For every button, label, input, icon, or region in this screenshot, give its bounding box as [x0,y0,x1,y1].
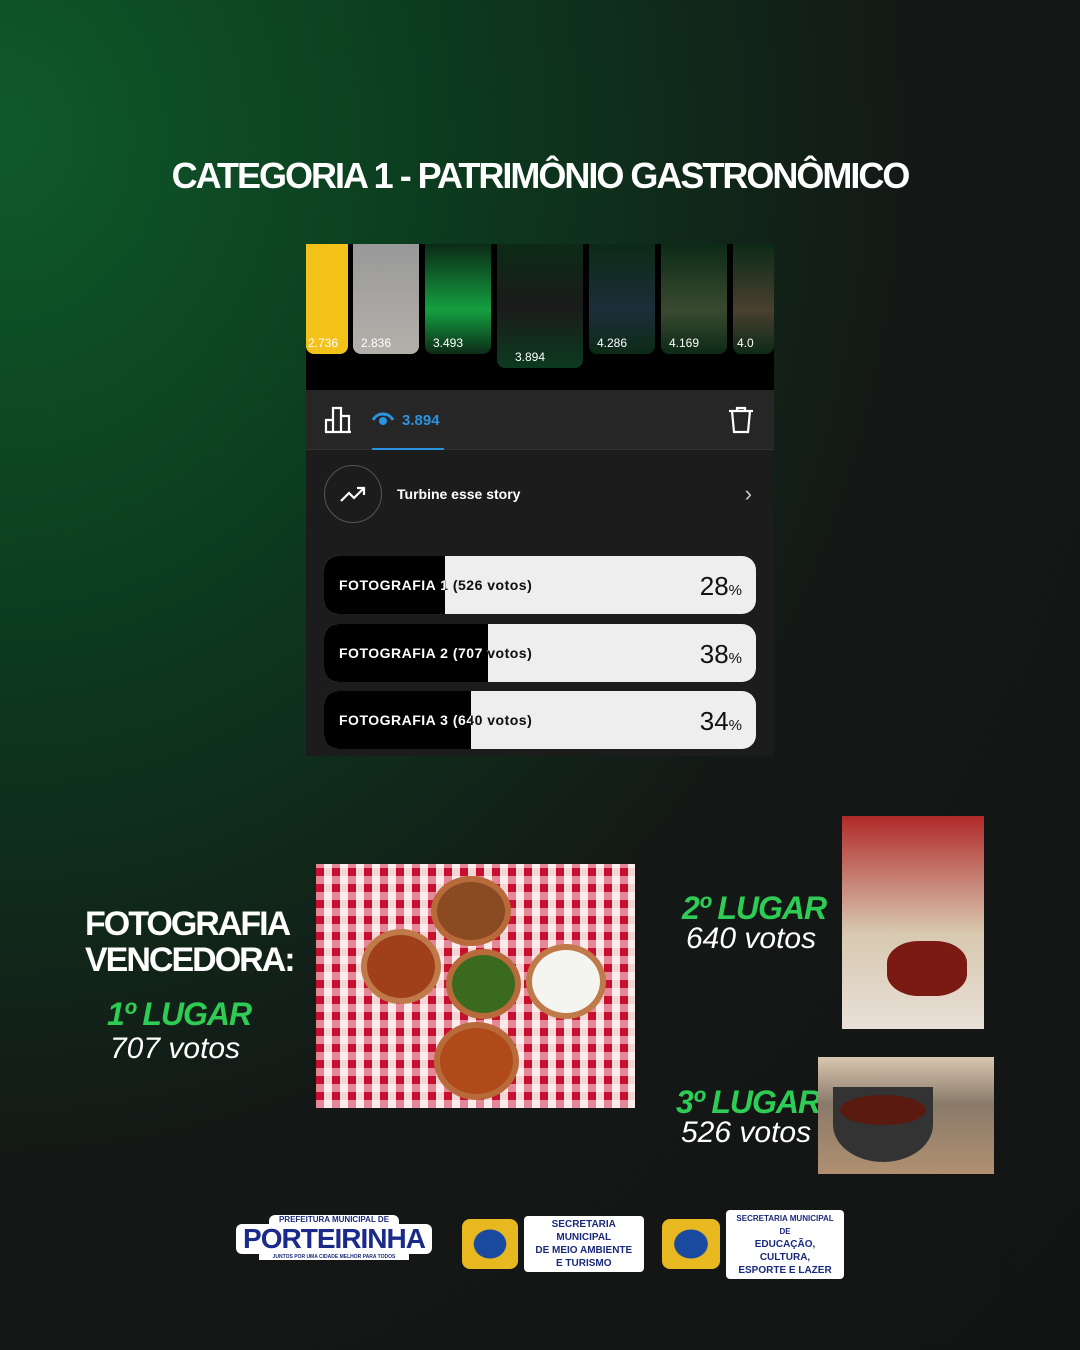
views-count[interactable]: 3.894 [402,412,440,429]
first-place-votes: 707 votos [110,1032,241,1065]
trash-icon[interactable] [728,406,754,434]
story-thumb[interactable]: 4.0 [733,244,774,354]
first-place-label: 1º LUGAR [107,996,252,1032]
coat-of-arms-icon [662,1219,721,1269]
logo-secretaria-meio-ambiente: SECRETARIA MUNICIPAL DE MEIO AMBIENTE E TU… [462,1215,644,1273]
winner-heading: FOTOGRAFIA VENCEDORA: [85,905,296,979]
story-thumb[interactable]: 4.286 [589,244,655,354]
page-title: CATEGORIA 1 - PATRIMÔNIO GASTRONÔMICO [171,155,911,196]
bar-chart-icon[interactable] [324,406,354,434]
poll-option[interactable]: FOTOGRAFIA 2 (707 votos) 38% [324,624,756,682]
stats-bar: 3.894 [306,390,774,450]
active-tab-underline [372,448,444,450]
story-thumb[interactable]: 4.169 [661,244,727,354]
third-place-photo [818,1057,994,1174]
trending-up-icon [324,465,382,523]
instagram-story-panel: 2.736 2.836 3.493 3.894 4.286 4.169 4.0 … [306,244,774,756]
winning-photo [316,864,635,1108]
poll-option[interactable]: FOTOGRAFIA 1 (526 votos) 28% [324,556,756,614]
poll-option[interactable]: FOTOGRAFIA 3 (640 votos) 34% [324,691,756,749]
third-place-votes: 526 votos [681,1116,812,1149]
promote-label: Turbine esse story [397,486,521,502]
eye-icon [372,412,394,425]
promote-story-row[interactable]: Turbine esse story › [324,464,756,524]
story-thumb-selected[interactable]: 3.894 [497,244,583,368]
story-thumb[interactable]: 2.736 [306,244,348,354]
second-place-votes: 640 votos [686,922,817,955]
chevron-right-icon: › [744,481,752,506]
logo-prefeitura-porteirinha: PREFEITURA MUNICIPAL DE PORTEIRINHA JUNT… [236,1215,432,1273]
logo-secretaria-educacao: SECRETARIA MUNICIPAL DE EDUCAÇÃO, CULTURA… [662,1209,844,1279]
second-place-photo [842,816,984,1029]
story-thumb[interactable]: 3.493 [425,244,491,354]
story-thumbnails-strip[interactable]: 2.736 2.836 3.493 3.894 4.286 4.169 4.0 [306,244,774,390]
story-thumb[interactable]: 2.836 [353,244,419,354]
coat-of-arms-icon [462,1219,518,1269]
